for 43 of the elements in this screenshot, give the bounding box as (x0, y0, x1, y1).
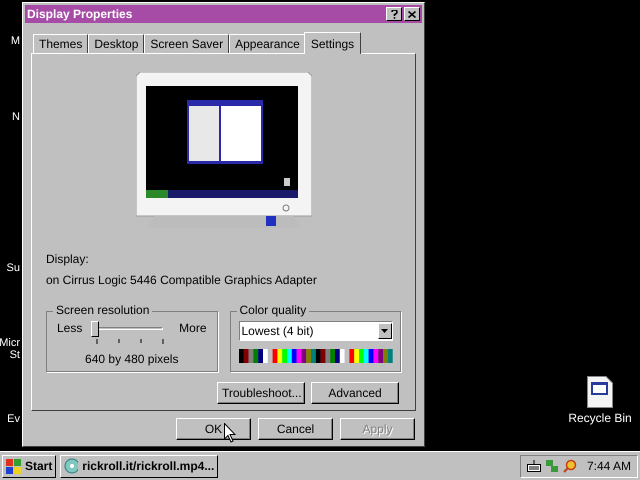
close-icon (408, 10, 416, 18)
caret-icon (381, 329, 388, 333)
dropdown-arrow-button[interactable] (378, 323, 392, 339)
desktop-icon-label: St (10, 350, 20, 361)
desktop-icon-label: Micr (0, 338, 20, 349)
panel-button[interactable]: Advanced (311, 382, 399, 404)
mouse-cursor-icon (224, 423, 236, 443)
help-button[interactable] (386, 7, 402, 21)
desktop-icon-label: N (12, 112, 20, 123)
group-title: Color quality (236, 304, 310, 316)
adapter-name: on Cirrus Logic 5446 Compatible Graphics Adapter (46, 272, 318, 289)
desktop-icon-label: M (10, 36, 20, 47)
document-icon (587, 376, 613, 408)
start-button[interactable]: Start (2, 454, 56, 478)
color-dropdown[interactable]: Lowest (4 bit) (238, 321, 392, 341)
tab[interactable]: Settings (304, 32, 362, 54)
dialog-button[interactable]: OK (176, 418, 251, 440)
desktop-icon[interactable]: Recycle Bin (566, 376, 634, 424)
help-icon (390, 10, 398, 18)
desktop-icon-label: Ev (7, 414, 20, 425)
group-title: Screen resolution (53, 304, 152, 316)
taskbar-button[interactable]: rickroll.it/rickroll.mp4... (60, 454, 218, 478)
slider-thumb[interactable] (91, 321, 99, 337)
dialog-button[interactable]: Cancel (258, 418, 333, 440)
panel-button[interactable]: Troubleshoot... (217, 382, 305, 404)
desktop-icon-label: Su (6, 263, 20, 274)
tab[interactable]: Desktop (88, 34, 144, 53)
windows-logo-icon (6, 458, 22, 474)
more-label: More (179, 322, 206, 334)
magnifier-icon (562, 459, 577, 473)
network-icon (544, 459, 559, 473)
resolution-reading: 640 by 480 pixels (84, 353, 180, 365)
display-label: Display: (46, 251, 90, 268)
clock: 7:44 AM (586, 458, 631, 475)
tick-marks-drawing (96, 339, 164, 345)
keyboard-icon (526, 460, 541, 472)
close-button[interactable] (404, 7, 420, 21)
tab[interactable]: Themes (33, 34, 88, 53)
window-title: Display Properties (27, 8, 132, 20)
less-label: Less (57, 322, 82, 334)
dropdown-value: Lowest (4 bit) (242, 323, 314, 340)
tab[interactable]: Screen Saver (144, 34, 230, 53)
tab[interactable]: Appearance (229, 34, 306, 53)
